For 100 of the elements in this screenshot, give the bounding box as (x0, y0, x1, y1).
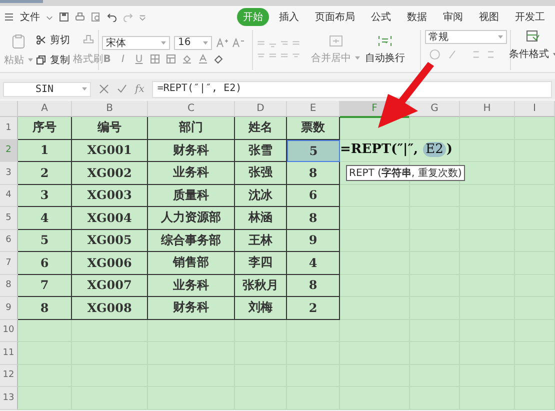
row-header[interactable]: 9 (0, 297, 18, 320)
grow-font-icon[interactable] (216, 38, 228, 48)
row-header[interactable]: 7 (0, 252, 18, 274)
wrap-text-icon[interactable] (378, 35, 392, 47)
copy-icon[interactable] (36, 55, 46, 65)
column-header[interactable]: H (460, 101, 515, 117)
cell-formula-input[interactable]: =REPT(″|″, E2 ) (340, 142, 453, 156)
copy-button[interactable]: 复制 (50, 53, 70, 67)
underline-button[interactable]: U (134, 54, 144, 64)
cancel-icon[interactable] (99, 84, 109, 94)
function-tooltip: REPT (字符串, 重复次数) (346, 164, 465, 180)
column-header[interactable]: D (235, 101, 287, 117)
table-cell (340, 274, 410, 297)
table-cell: 部门 (148, 117, 235, 140)
ribbon-tab[interactable]: 视图 (473, 8, 505, 26)
caret-icon[interactable] (203, 40, 208, 44)
conditional-format-icon[interactable] (526, 30, 540, 42)
merge-icon[interactable] (328, 35, 342, 47)
column-header[interactable]: C (148, 101, 235, 117)
table-cell: 业务科 (148, 162, 235, 184)
row-header[interactable]: 11 (0, 342, 18, 364)
caret-icon[interactable] (82, 87, 87, 91)
row-header[interactable]: 12 (0, 364, 18, 387)
ribbon-tab[interactable]: 开始 (237, 8, 269, 26)
row-header[interactable]: 10 (0, 320, 18, 342)
shrink-font-icon[interactable] (232, 38, 244, 48)
table-cell (410, 162, 460, 184)
table-cell: 财务科 (148, 140, 235, 162)
name-box[interactable]: SIN (3, 82, 91, 96)
row-header[interactable]: 6 (0, 230, 18, 252)
ribbon-tab[interactable]: 公式 (365, 8, 397, 26)
table-cell (410, 117, 460, 140)
save-icon[interactable] (59, 12, 69, 22)
fill-color-icon[interactable] (182, 54, 192, 64)
ribbon-tab[interactable]: 插入 (273, 8, 305, 26)
cut-button[interactable]: 剪切 (50, 33, 70, 47)
font-color-icon[interactable] (198, 54, 208, 64)
menu-icon[interactable] (4, 12, 14, 22)
row-header[interactable]: 2 (0, 140, 18, 162)
cell-style-icon[interactable] (166, 54, 176, 64)
ribbon-tab[interactable]: 数据 (401, 8, 433, 26)
table-cell (460, 162, 515, 184)
table-cell: 张秋月 (235, 274, 287, 297)
formula-field[interactable]: =REPT(″|″, E2) (152, 80, 552, 98)
caret-icon[interactable] (161, 40, 166, 44)
paste-icon[interactable] (12, 34, 25, 48)
format-painter-button[interactable]: 格式刷 (73, 52, 103, 66)
function-button[interactable]: fx (135, 84, 144, 94)
ribbon-tab[interactable]: 审阅 (437, 8, 469, 26)
column-header[interactable]: G (410, 101, 460, 117)
print-icon[interactable] (75, 12, 85, 22)
wrap-text-button[interactable]: 自动换行 (365, 51, 405, 65)
eraser-icon[interactable] (214, 54, 224, 64)
table-cell (235, 387, 287, 410)
row-header[interactable]: 13 (0, 387, 18, 410)
row-header[interactable]: 3 (0, 162, 18, 184)
table-cell: 沈冰 (235, 184, 287, 207)
caret-icon[interactable] (355, 56, 360, 60)
table-cell: 姓名 (235, 117, 287, 140)
row-header[interactable]: 1 (0, 117, 18, 140)
borders-icon[interactable] (150, 54, 160, 64)
italic-button[interactable]: I (118, 54, 128, 64)
table-cell (18, 364, 72, 387)
table-cell: 张强 (235, 162, 287, 184)
table-cell (340, 184, 410, 207)
check-icon[interactable] (117, 84, 127, 94)
row-header[interactable]: 5 (0, 207, 18, 230)
scissors-icon[interactable] (36, 35, 46, 45)
ribbon-tab[interactable]: 开发工 (509, 8, 551, 26)
redo-icon[interactable] (123, 12, 133, 22)
undo-icon[interactable] (107, 12, 117, 22)
table-cell: 8 (18, 297, 72, 320)
font-size-field[interactable]: 16 (174, 36, 212, 50)
table-cell: 4 (287, 252, 340, 274)
table-cell (235, 320, 287, 342)
column-header[interactable]: I (515, 101, 555, 117)
caret-icon[interactable] (28, 58, 33, 62)
conditional-format-button[interactable]: 条件格式 (509, 47, 549, 61)
caret-icon[interactable] (498, 35, 502, 39)
column-header[interactable]: B (72, 101, 148, 117)
preview-icon[interactable] (91, 12, 101, 22)
ribbon-tab[interactable]: 页面布局 (309, 8, 361, 26)
number-format-field[interactable]: 常规 (424, 30, 506, 44)
dropdown-icon[interactable] (139, 14, 146, 20)
column-header[interactable]: A (18, 101, 72, 117)
table-cell (287, 387, 340, 410)
table-cell (18, 320, 72, 342)
table-cell: 8 (287, 162, 340, 184)
font-name-field[interactable]: 宋体 (102, 36, 170, 50)
table-cell: XG008 (72, 297, 148, 320)
row-header[interactable]: 4 (0, 184, 18, 207)
paste-button[interactable]: 粘贴 (4, 52, 24, 66)
bold-button[interactable]: B (102, 54, 112, 64)
row-header[interactable]: 8 (0, 274, 18, 297)
file-menu[interactable]: 文件 (20, 10, 40, 24)
table-cell: 人力资源部 (148, 207, 235, 230)
table-cell: 9 (287, 230, 340, 252)
column-header[interactable]: E (287, 101, 340, 117)
caret-icon[interactable] (46, 14, 53, 20)
merge-center-button[interactable]: 合并居中 (311, 51, 351, 65)
